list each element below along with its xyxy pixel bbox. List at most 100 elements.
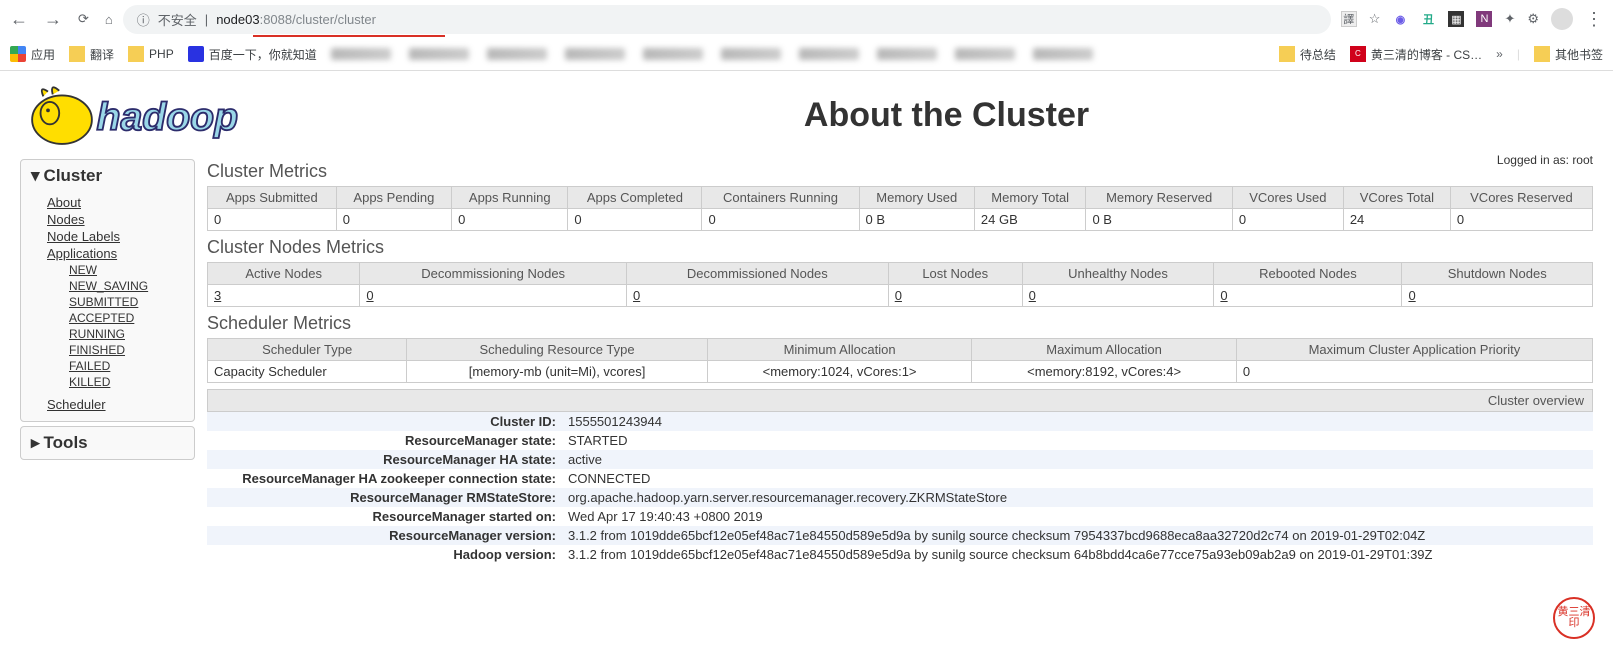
th-apps-submitted: Apps Submitted [208, 187, 337, 209]
sidebar-app-accepted[interactable]: ACCEPTED [21, 310, 194, 326]
th-memory-total: Memory Total [974, 187, 1086, 209]
sidebar-node-labels[interactable]: Node Labels [21, 228, 194, 245]
cluster-nodes-heading: Cluster Nodes Metrics [207, 237, 1593, 258]
caret-right-icon: ▸ [31, 433, 40, 453]
th-lost: Lost Nodes [888, 263, 1022, 285]
sidebar-about[interactable]: About [21, 194, 194, 211]
th-vcores-total: VCores Total [1343, 187, 1450, 209]
td-value: 0 [702, 209, 859, 231]
bookmarks-overflow-icon[interactable]: » [1496, 47, 1503, 61]
th-vcores-reserved: VCores Reserved [1450, 187, 1592, 209]
sidebar-app-submitted[interactable]: SUBMITTED [21, 294, 194, 310]
cluster-overview-bar: Cluster overview [207, 389, 1593, 412]
page-title: About the Cluster [300, 96, 1593, 135]
th-memory-reserved: Memory Reserved [1086, 187, 1232, 209]
annotation-url-underline [253, 35, 445, 37]
cluster-overview-table: Cluster ID:1555501243944 ResourceManager… [207, 412, 1593, 564]
page-header: hadoop About the Cluster [0, 71, 1613, 159]
sidebar-app-running[interactable]: RUNNING [21, 326, 194, 342]
kv-key: ResourceManager state: [207, 431, 562, 450]
td-value: 0 [452, 209, 568, 231]
bookmark-other[interactable]: 其他书签 [1534, 46, 1603, 63]
sidebar-applications[interactable]: Applications [21, 245, 194, 262]
td-link[interactable]: 0 [888, 285, 1022, 307]
th-max-alloc: Maximum Allocation [972, 339, 1237, 361]
forward-button[interactable]: → [44, 9, 62, 30]
browser-chrome: ← → ⟳ ⌂ ⓘ 不安全 | node03:8088/cluster/clus… [0, 0, 1613, 71]
folder-icon [1279, 46, 1295, 62]
td-value: 0 B [1086, 209, 1232, 231]
profile-avatar[interactable] [1551, 8, 1573, 30]
sidebar-app-finished[interactable]: FINISHED [21, 342, 194, 358]
sidebar-tools-header[interactable]: ▸Tools [21, 427, 194, 459]
ext-onenote-icon[interactable]: N [1476, 11, 1492, 27]
home-button[interactable]: ⌂ [105, 12, 113, 27]
sidebar-app-killed[interactable]: KILLED [21, 374, 194, 390]
ext-qr-icon[interactable]: ▦ [1448, 11, 1464, 27]
td-value: 0 [336, 209, 451, 231]
page-body: Logged in as: root hadoop About the Clus… [0, 71, 1613, 584]
td-link[interactable]: 0 [1022, 285, 1214, 307]
td-value: <memory:8192, vCores:4> [972, 361, 1237, 383]
kv-value: 3.1.2 from 1019dde65bcf12e05ef48ac71e845… [562, 526, 1593, 545]
security-label: 不安全 [158, 10, 197, 29]
csdn-icon: C [1350, 46, 1366, 62]
td-value: 24 [1343, 209, 1450, 231]
sidebar-app-failed[interactable]: FAILED [21, 358, 194, 374]
td-link[interactable]: 0 [1402, 285, 1593, 307]
bookmark-pending[interactable]: 待总结 [1279, 46, 1336, 63]
hadoop-logo: hadoop [20, 75, 300, 155]
th-apps-running: Apps Running [452, 187, 568, 209]
ext-icon-3[interactable]: ✦ [1504, 11, 1515, 27]
watermark-stamp: 黄三清印 [1553, 597, 1595, 639]
ext-translate-icon[interactable]: 譯 [1341, 11, 1357, 27]
sidebar-app-new-saving[interactable]: NEW_SAVING [21, 278, 194, 294]
kv-key: ResourceManager started on: [207, 507, 562, 526]
th-shutdown: Shutdown Nodes [1402, 263, 1593, 285]
sidebar-app-new[interactable]: NEW [21, 262, 194, 278]
kv-value: org.apache.hadoop.yarn.server.resourcema… [562, 488, 1593, 507]
address-bar-row: ← → ⟳ ⌂ ⓘ 不安全 | node03:8088/cluster/clus… [0, 0, 1613, 38]
bookmark-php[interactable]: PHP [128, 46, 174, 62]
th-containers-running: Containers Running [702, 187, 859, 209]
kv-key: ResourceManager version: [207, 526, 562, 545]
folder-icon [1534, 46, 1550, 62]
th-active-nodes: Active Nodes [208, 263, 360, 285]
sidebar-cluster-header[interactable]: ▾Cluster [21, 160, 194, 192]
bookmark-blog[interactable]: C黄三清的博客 - CS… [1350, 46, 1482, 63]
ext-icon-4[interactable]: ⚙ [1527, 11, 1539, 27]
td-value: [memory-mb (unit=Mi), vcores] [407, 361, 708, 383]
td-link[interactable]: 3 [208, 285, 360, 307]
td-link[interactable]: 0 [626, 285, 888, 307]
th-apps-completed: Apps Completed [568, 187, 702, 209]
bookmark-baidu[interactable]: 百度一下，你就知道 [188, 46, 317, 63]
td-value: Capacity Scheduler [208, 361, 407, 383]
scheduler-metrics-heading: Scheduler Metrics [207, 313, 1593, 334]
td-link[interactable]: 0 [360, 285, 627, 307]
reload-button[interactable]: ⟳ [78, 11, 89, 27]
ext-icon-2[interactable]: 丑 [1420, 11, 1436, 27]
bookmark-apps[interactable]: 应用 [10, 46, 55, 63]
td-link[interactable]: 0 [1214, 285, 1402, 307]
kv-key: ResourceManager HA state: [207, 450, 562, 469]
bookmark-star-icon[interactable]: ☆ [1369, 11, 1381, 27]
baidu-icon [188, 46, 204, 62]
td-value: 0 [1236, 361, 1592, 383]
sidebar-scheduler[interactable]: Scheduler [21, 396, 194, 413]
th-vcores-used: VCores Used [1232, 187, 1343, 209]
bookmark-translate[interactable]: 翻译 [69, 46, 114, 63]
apps-grid-icon [10, 46, 26, 62]
back-button[interactable]: ← [10, 9, 28, 30]
ext-icon-1[interactable]: ◉ [1392, 11, 1408, 27]
address-bar[interactable]: ⓘ 不安全 | node03:8088/cluster/cluster [123, 5, 1331, 34]
scheduler-metrics-table: Scheduler Type Scheduling Resource Type … [207, 338, 1593, 383]
sidebar-nodes[interactable]: Nodes [21, 211, 194, 228]
td-value: 0 B [859, 209, 974, 231]
kv-key: ResourceManager HA zookeeper connection … [207, 469, 562, 488]
kv-value: 1555501243944 [562, 412, 1593, 431]
th-memory-used: Memory Used [859, 187, 974, 209]
cluster-metrics-heading: Cluster Metrics [207, 161, 1593, 182]
th-unhealthy: Unhealthy Nodes [1022, 263, 1214, 285]
blurred-bookmarks [331, 48, 1265, 60]
browser-menu-icon[interactable]: ⋮ [1585, 9, 1603, 30]
